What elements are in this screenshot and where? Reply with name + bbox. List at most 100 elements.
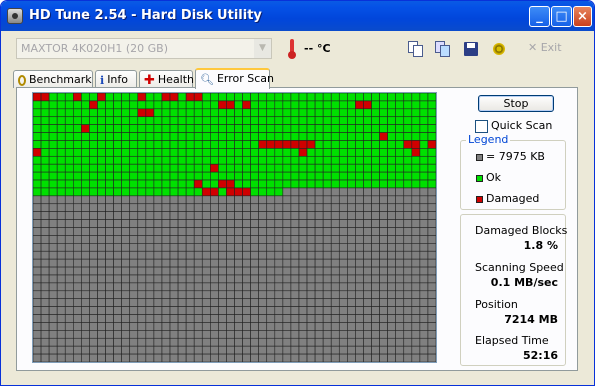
block-cell — [290, 243, 300, 252]
block-cell — [210, 274, 219, 284]
block-cell — [177, 219, 187, 228]
block-cell — [266, 163, 276, 173]
block-cell — [210, 322, 219, 331]
block-cell — [185, 345, 195, 355]
tab-benchmark[interactable]: Benchmark — [13, 70, 93, 88]
tab-info[interactable]: i Info — [95, 70, 137, 88]
block-cell — [306, 235, 316, 244]
block-cell — [427, 235, 436, 244]
block-cell — [161, 227, 171, 236]
block-cell — [234, 353, 243, 362]
block-cell — [379, 163, 388, 173]
copy-text-icon[interactable] — [408, 41, 424, 57]
block-cell — [33, 116, 42, 125]
minimize-button[interactable]: _ — [529, 6, 550, 27]
close-button[interactable]: × — [573, 6, 592, 27]
block-cell — [242, 290, 251, 299]
block-cell — [379, 274, 388, 284]
block-cell — [113, 298, 122, 307]
block-cell — [298, 163, 308, 173]
block-cell — [137, 187, 147, 197]
block-cell — [306, 298, 316, 307]
block-cell — [427, 108, 436, 118]
block-cell — [161, 124, 171, 133]
block-cell — [395, 203, 405, 212]
block-cell — [177, 171, 187, 181]
block-cell — [129, 187, 139, 197]
block-cell — [72, 353, 82, 362]
block-cell — [113, 124, 122, 133]
block-cell — [40, 171, 50, 181]
block-cell — [89, 306, 98, 315]
block-cell — [185, 100, 195, 110]
drive-select[interactable]: MAXTOR 4K020H1 (20 GB) ▼ — [16, 38, 272, 59]
block-cell — [226, 353, 235, 362]
stop-button[interactable]: Stop — [478, 95, 554, 112]
block-cell — [306, 100, 316, 110]
block-cell — [355, 163, 364, 173]
block-cell — [153, 306, 163, 315]
block-cell — [201, 108, 211, 118]
error-scan-panel: Stop Quick Scan Legend = 7975 KB Ok Dama… — [16, 87, 578, 371]
block-cell — [379, 250, 388, 260]
copy-screenshot-icon[interactable] — [435, 41, 451, 57]
block-cell — [121, 155, 131, 165]
block-cell — [129, 353, 139, 362]
block-cell — [234, 243, 243, 252]
block-cell — [379, 155, 388, 165]
block-cell — [97, 337, 106, 347]
block-cell — [274, 337, 284, 347]
checkbox-box[interactable] — [475, 119, 488, 133]
block-cell — [137, 93, 147, 102]
block-cell — [48, 132, 58, 141]
block-cell — [322, 290, 332, 299]
block-cell — [72, 179, 82, 189]
block-cell — [290, 227, 300, 236]
block-cell — [97, 306, 106, 315]
tab-health[interactable]: ✚ Health — [139, 70, 194, 88]
block-cell — [145, 266, 155, 276]
save-icon[interactable] — [463, 41, 479, 57]
block-cell — [242, 322, 251, 331]
block-cell — [97, 108, 106, 118]
block-cell — [387, 100, 397, 110]
block-cell — [137, 108, 147, 118]
block-cell — [40, 290, 50, 299]
options-icon[interactable] — [491, 41, 507, 57]
block-cell — [105, 163, 114, 173]
block-cell — [427, 266, 436, 276]
block-cell — [48, 298, 58, 307]
block-cell — [338, 211, 348, 220]
block-cell — [330, 100, 340, 110]
tab-error-scan[interactable]: 🔍︎ Error Scan — [195, 68, 274, 89]
block-cell — [306, 203, 316, 212]
block-cell — [379, 124, 388, 133]
exit-button[interactable]: ✕ Exit — [528, 41, 562, 54]
chevron-down-icon[interactable]: ▼ — [254, 39, 271, 58]
block-cell — [266, 219, 276, 228]
block-cell — [371, 345, 380, 355]
block-cell — [371, 187, 380, 197]
block-cell — [129, 163, 139, 173]
block-cell — [306, 93, 316, 102]
block-cell — [201, 235, 211, 244]
block-cell — [97, 290, 106, 299]
block-cell — [298, 282, 308, 292]
block-cell — [250, 195, 259, 205]
block-cell — [242, 93, 251, 102]
block-cell — [145, 314, 155, 323]
block-cell — [64, 227, 74, 236]
block-cell — [242, 330, 251, 339]
maximize-button[interactable]: □ — [551, 6, 572, 27]
title-bar[interactable]: HD Tune 2.54 - Hard Disk Utility _ □ × — [1, 1, 594, 31]
block-cell — [403, 243, 413, 252]
block-cell — [395, 258, 405, 268]
block-cell — [355, 266, 364, 276]
block-cell — [177, 274, 187, 284]
block-cell — [371, 100, 380, 110]
legend-damaged: Damaged — [476, 192, 539, 205]
block-cell — [355, 148, 364, 157]
quick-scan-checkbox[interactable]: Quick Scan — [475, 119, 552, 133]
block-cell — [242, 219, 251, 228]
block-cell — [113, 306, 122, 315]
